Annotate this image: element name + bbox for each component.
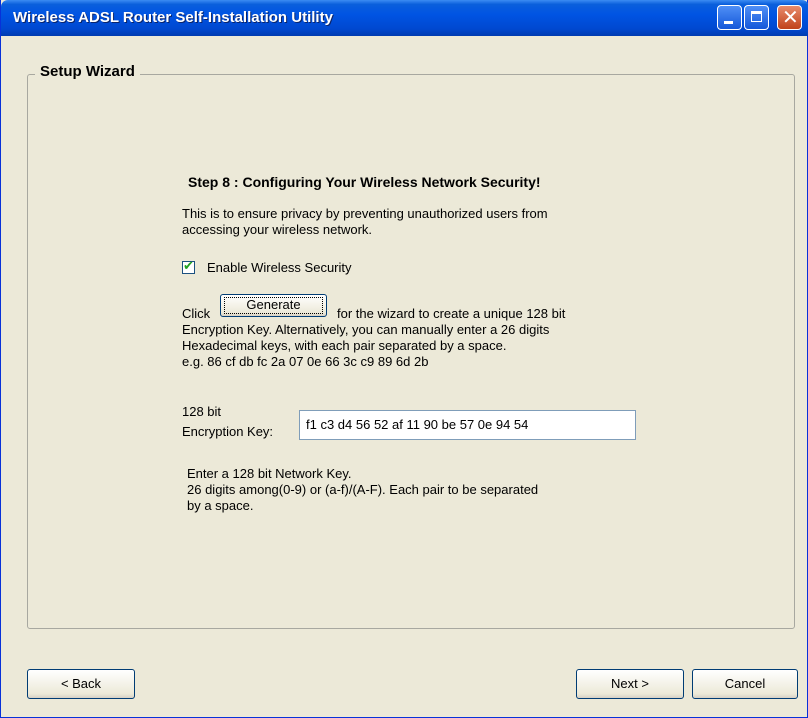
desc-line-1: Encryption Key. Alternatively, you can m… <box>182 322 550 337</box>
hint-line-1: Enter a 128 bit Network Key. <box>187 466 352 481</box>
close-button[interactable]: ✕ <box>777 5 802 30</box>
intro-line-2: accessing your wireless network. <box>182 222 373 237</box>
desc-line-2: Hexadecimal keys, with each pair separat… <box>182 338 507 353</box>
hint-line-3: by a space. <box>187 498 254 513</box>
encryption-key-input[interactable]: f1 c3 d4 56 52 af 11 90 be 57 0e 94 54 <box>299 410 636 440</box>
step-heading: Step 8 : Configuring Your Wireless Netwo… <box>188 174 541 190</box>
generate-button[interactable]: Generate <box>220 294 327 317</box>
installer-window: Wireless ADSL Router Self-Installation U… <box>0 0 808 718</box>
desc-example: e.g. 86 cf db fc 2a 07 0e 66 3c c9 89 6d… <box>182 354 429 369</box>
window-title: Wireless ADSL Router Self-Installation U… <box>13 9 333 26</box>
enable-security-label[interactable]: Enable Wireless Security <box>207 260 352 276</box>
maximize-button[interactable] <box>744 5 769 30</box>
click-prefix: Click <box>182 306 211 321</box>
intro-line-1: This is to ensure privacy by preventing … <box>182 206 548 221</box>
close-icon: ✕ <box>782 5 799 29</box>
enable-security-checkbox[interactable]: ✔ <box>182 259 195 274</box>
maximize-icon <box>751 11 762 22</box>
cancel-button[interactable]: Cancel <box>692 669 798 699</box>
key-label-line-1: 128 bit <box>182 404 222 419</box>
next-button[interactable]: Next > <box>576 669 684 699</box>
key-label-line-2: Encryption Key: <box>182 424 274 439</box>
minimize-button[interactable] <box>717 5 742 30</box>
checkmark-icon: ✔ <box>183 259 194 274</box>
group-label: Setup Wizard <box>35 63 140 80</box>
focus-rect <box>224 297 323 314</box>
back-button[interactable]: < Back <box>27 669 135 699</box>
minimize-icon <box>724 21 733 24</box>
hint-line-2: 26 digits among(0-9) or (a-f)/(A-F). Eac… <box>187 482 539 497</box>
click-suffix: for the wizard to create a unique 128 bi… <box>337 306 566 321</box>
title-bar[interactable]: Wireless ADSL Router Self-Installation U… <box>1 0 808 36</box>
